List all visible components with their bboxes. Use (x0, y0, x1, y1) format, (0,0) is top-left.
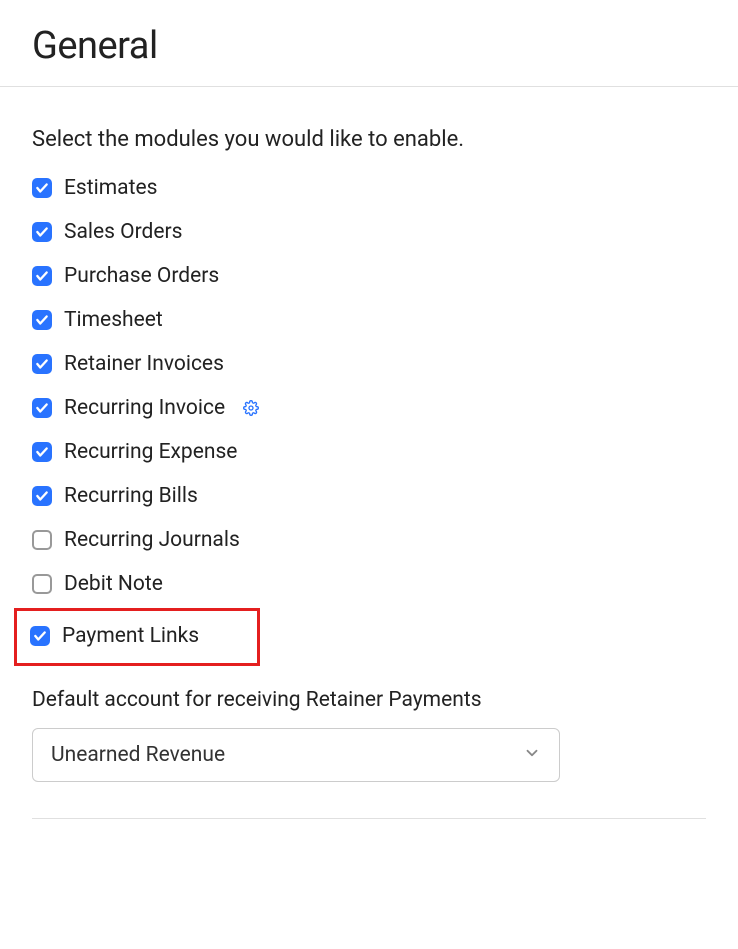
default-account-label: Default account for receiving Retainer P… (32, 688, 706, 712)
module-label[interactable]: Recurring Journals (64, 528, 240, 552)
module-row: Sales Orders (32, 220, 706, 244)
module-row: Payment Links (24, 616, 274, 656)
gear-icon[interactable] (243, 400, 259, 416)
module-checkbox[interactable] (32, 266, 52, 286)
module-checkbox[interactable] (30, 626, 50, 646)
module-label[interactable]: Recurring Invoice (64, 396, 225, 420)
module-row: Recurring Expense (32, 440, 706, 464)
module-label[interactable]: Estimates (64, 176, 157, 200)
module-row: Recurring Journals (32, 528, 706, 552)
module-checkbox[interactable] (32, 574, 52, 594)
module-label[interactable]: Debit Note (64, 572, 163, 596)
module-label[interactable]: Recurring Expense (64, 440, 237, 464)
module-label[interactable]: Retainer Invoices (64, 352, 224, 376)
module-row: Recurring Invoice (32, 396, 706, 420)
module-checkbox[interactable] (32, 530, 52, 550)
page-title: General (0, 0, 738, 86)
module-label[interactable]: Timesheet (64, 308, 163, 332)
module-checkbox[interactable] (32, 178, 52, 198)
select-value: Unearned Revenue (51, 743, 225, 767)
content-area: Select the modules you would like to ena… (0, 87, 738, 851)
module-checkbox[interactable] (32, 222, 52, 242)
bottom-divider (32, 818, 706, 819)
module-checkbox[interactable] (32, 310, 52, 330)
module-row: Retainer Invoices (32, 352, 706, 376)
modules-list: Estimates Sales Orders Purchase Orders Time… (32, 176, 706, 656)
module-label[interactable]: Purchase Orders (64, 264, 219, 288)
module-row: Estimates (32, 176, 706, 200)
module-label[interactable]: Recurring Bills (64, 484, 198, 508)
module-label[interactable]: Sales Orders (64, 220, 182, 244)
module-checkbox[interactable] (32, 486, 52, 506)
default-account-select[interactable]: Unearned Revenue (32, 728, 560, 782)
module-row: Purchase Orders (32, 264, 706, 288)
module-row: Timesheet (32, 308, 706, 332)
module-row: Debit Note (32, 572, 706, 596)
module-checkbox[interactable] (32, 354, 52, 374)
module-row: Recurring Bills (32, 484, 706, 508)
module-checkbox[interactable] (32, 398, 52, 418)
module-label[interactable]: Payment Links (62, 624, 199, 648)
modules-heading: Select the modules you would like to ena… (32, 127, 706, 152)
module-checkbox[interactable] (32, 442, 52, 462)
chevron-down-icon (523, 744, 541, 766)
